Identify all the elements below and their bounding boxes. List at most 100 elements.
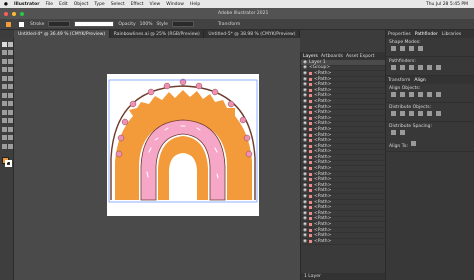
tab-untitled-4[interactable]: Untitled-4* @ 36.49 % (CMYK/Preview) (14, 30, 110, 38)
graph-tool-icon[interactable] (8, 126, 13, 132)
intersect-icon[interactable] (409, 46, 414, 51)
curvature-tool-icon[interactable] (8, 50, 13, 55)
app-menu[interactable]: Illustrator (14, 2, 40, 7)
eye-icon[interactable]: ◉ (303, 211, 307, 216)
outline-icon[interactable] (427, 65, 432, 70)
eye-icon[interactable]: ◉ (303, 138, 307, 143)
blend-tool-icon[interactable] (8, 118, 13, 123)
close-window-icon[interactable] (4, 11, 8, 16)
align-bottom-icon[interactable] (436, 92, 441, 97)
space-vertical-icon[interactable] (391, 130, 396, 135)
stroke-color-box[interactable] (5, 159, 12, 167)
exclude-icon[interactable] (418, 46, 423, 51)
line-tool-icon[interactable] (8, 58, 13, 64)
eye-icon[interactable]: ◉ (303, 121, 307, 126)
dist-right-icon[interactable] (436, 111, 441, 116)
artboard-tool-icon[interactable] (1, 135, 7, 140)
eraser-tool-icon[interactable] (8, 75, 13, 81)
zoom-tool-icon[interactable] (8, 143, 13, 149)
tab-transform[interactable]: Transform (388, 78, 410, 83)
eye-icon[interactable]: ◉ (303, 99, 307, 104)
tab-pathfinder[interactable]: Pathfinder (415, 32, 438, 37)
eye-icon[interactable]: ◉ (303, 228, 307, 233)
dist-top-icon[interactable] (391, 111, 396, 116)
dist-vcenter-icon[interactable] (400, 111, 405, 116)
tab-rainbowlines[interactable]: Rainbowlines.ai @ 25% (RGB/Preview) (110, 30, 205, 38)
eye-icon[interactable]: ◉ (303, 110, 307, 115)
symbol-tool-icon[interactable] (1, 126, 7, 132)
align-top-icon[interactable] (418, 92, 423, 97)
style-picker[interactable] (171, 21, 194, 27)
eye-icon[interactable]: ◉ (303, 149, 307, 154)
eye-icon[interactable]: ◉ (303, 205, 307, 210)
eye-icon[interactable]: ◉ (303, 71, 307, 76)
eye-icon[interactable]: ◉ (303, 60, 307, 65)
stroke-weight-field[interactable] (48, 21, 71, 27)
dist-left-icon[interactable] (418, 111, 423, 116)
minus-back-icon[interactable] (436, 65, 441, 70)
menu-type[interactable]: Type (94, 2, 104, 7)
unite-icon[interactable] (391, 46, 396, 51)
menu-effect[interactable]: Effect (131, 2, 144, 7)
fill-swatch[interactable] (6, 21, 11, 27)
tab-layers[interactable]: Layers (303, 54, 318, 59)
menu-object[interactable]: Object (74, 2, 89, 7)
dist-bottom-icon[interactable] (409, 111, 414, 116)
paintbrush-tool-icon[interactable] (8, 67, 13, 72)
align-right-icon[interactable] (409, 92, 414, 97)
tab-align[interactable]: Align (414, 78, 425, 83)
pen-tool-icon[interactable] (1, 50, 7, 55)
artboard[interactable] (107, 74, 259, 216)
tab-untitled-5[interactable]: Untitled-5* @ 38.98 % (CMYK/Preview) (204, 30, 300, 38)
dist-hcenter-icon[interactable] (427, 111, 432, 116)
menu-help[interactable]: Help (190, 2, 200, 7)
tab-artboards[interactable]: Artboards (321, 54, 343, 59)
minimize-window-icon[interactable] (12, 11, 16, 16)
rectangle-tool-icon[interactable] (1, 67, 7, 72)
maximize-window-icon[interactable] (20, 11, 24, 16)
eye-icon[interactable]: ◉ (303, 65, 307, 70)
fill-stroke-widget[interactable] (2, 156, 13, 167)
eye-icon[interactable]: ◉ (303, 233, 307, 238)
menu-file[interactable]: File (45, 2, 53, 7)
eye-icon[interactable]: ◉ (303, 177, 307, 182)
eye-icon[interactable]: ◉ (303, 194, 307, 199)
eye-icon[interactable]: ◉ (303, 166, 307, 171)
apple-icon[interactable]: ● (4, 2, 8, 7)
eye-icon[interactable]: ◉ (303, 172, 307, 177)
eye-icon[interactable]: ◉ (303, 88, 307, 93)
eye-icon[interactable]: ◉ (303, 155, 307, 160)
eye-icon[interactable]: ◉ (303, 82, 307, 87)
divide-icon[interactable] (391, 65, 396, 70)
menu-window[interactable]: Window (166, 2, 184, 7)
eye-icon[interactable]: ◉ (303, 239, 307, 244)
direct-selection-tool-icon[interactable] (8, 41, 13, 47)
shape-builder-tool-icon[interactable] (1, 101, 7, 106)
stroke-swatch[interactable] (19, 21, 24, 27)
rotate-tool-icon[interactable] (1, 84, 7, 89)
gradient-tool-icon[interactable] (8, 109, 13, 115)
selection-tool-icon[interactable] (1, 41, 7, 47)
eye-icon[interactable]: ◉ (303, 183, 307, 188)
perspective-tool-icon[interactable] (8, 101, 13, 106)
align-vcenter-icon[interactable] (427, 92, 432, 97)
eye-icon[interactable]: ◉ (303, 144, 307, 149)
eye-icon[interactable]: ◉ (303, 93, 307, 98)
type-tool-icon[interactable] (1, 58, 7, 64)
minus-front-icon[interactable] (400, 46, 405, 51)
width-tool-icon[interactable] (1, 92, 7, 98)
align-hcenter-icon[interactable] (400, 92, 405, 97)
eye-icon[interactable]: ◉ (303, 133, 307, 138)
slice-tool-icon[interactable] (8, 135, 13, 140)
eye-icon[interactable]: ◉ (303, 160, 307, 165)
mesh-tool-icon[interactable] (1, 109, 7, 115)
align-left-icon[interactable] (391, 92, 396, 97)
pencil-tool-icon[interactable] (1, 75, 7, 81)
free-transform-tool-icon[interactable] (8, 92, 13, 98)
eye-icon[interactable]: ◉ (303, 216, 307, 221)
eye-icon[interactable]: ◉ (303, 116, 307, 121)
tab-properties[interactable]: Properties (388, 32, 411, 37)
eye-icon[interactable]: ◉ (303, 127, 307, 132)
tab-asset-export[interactable]: Asset Export (346, 54, 374, 59)
align-to-icon[interactable] (411, 141, 417, 146)
